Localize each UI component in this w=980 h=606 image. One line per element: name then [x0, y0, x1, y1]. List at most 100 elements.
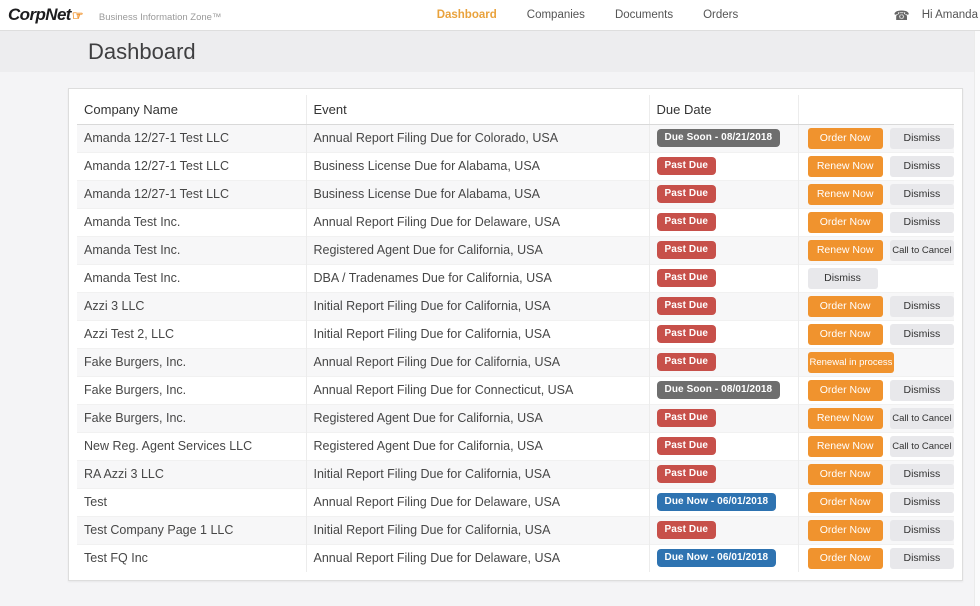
main-content: Company Name Event Due Date Amanda 12/27… — [0, 72, 980, 581]
table-row: Amanda 12/27-1 Test LLCBusiness License … — [77, 180, 954, 208]
table-row: TestAnnual Report Filing Due for Delawar… — [77, 488, 954, 516]
call-to-cancel-button[interactable]: Call to Cancel — [890, 240, 954, 261]
dismiss-button[interactable]: Dismiss — [890, 380, 954, 401]
actions-group: Renew Now Call to Cancel — [806, 436, 955, 457]
event-cell: Initial Report Filing Due for California… — [306, 460, 649, 488]
company-name-cell: Fake Burgers, Inc. — [77, 348, 306, 376]
dismiss-button[interactable]: Dismiss — [890, 520, 954, 541]
actions-cell: Order Now Dismiss — [798, 488, 954, 516]
nav-item-companies[interactable]: Companies — [527, 9, 585, 21]
nav-item-orders[interactable]: Orders — [703, 9, 738, 21]
scrollbar-track[interactable] — [974, 31, 980, 606]
past-due-badge: Past Due — [657, 269, 717, 287]
due-date-cell: Due Soon - 08/21/2018 — [649, 124, 798, 152]
order-now-button[interactable]: Order Now — [808, 380, 883, 401]
order-now-button[interactable]: Order Now — [808, 492, 883, 513]
table-row: Azzi 3 LLCInitial Report Filing Due for … — [77, 292, 954, 320]
actions-cell: Order Now Dismiss — [798, 516, 954, 544]
table-row: RA Azzi 3 LLCInitial Report Filing Due f… — [77, 460, 954, 488]
order-now-button[interactable]: Order Now — [808, 464, 883, 485]
actions-group: Order Now Dismiss — [806, 464, 955, 485]
company-name-cell: Amanda Test Inc. — [77, 208, 306, 236]
renew-now-button[interactable]: Renew Now — [808, 408, 883, 429]
table-row: New Reg. Agent Services LLCRegistered Ag… — [77, 432, 954, 460]
renew-now-button[interactable]: Renew Now — [808, 436, 883, 457]
past-due-badge: Past Due — [657, 521, 717, 539]
renewal-in-process-button[interactable]: Renewal in process — [808, 352, 894, 373]
table-row: Amanda Test Inc.Annual Report Filing Due… — [77, 208, 954, 236]
nav-item-documents[interactable]: Documents — [615, 9, 673, 21]
order-now-button[interactable]: Order Now — [808, 128, 883, 149]
due-date-cell: Past Due — [649, 180, 798, 208]
page-title: Dashboard — [88, 39, 196, 65]
table-row: Test Company Page 1 LLCInitial Report Fi… — [77, 516, 954, 544]
order-now-button[interactable]: Order Now — [808, 296, 883, 317]
call-to-cancel-button[interactable]: Call to Cancel — [890, 408, 954, 429]
actions-cell: Order Now Dismiss — [798, 460, 954, 488]
event-cell: DBA / Tradenames Due for California, USA — [306, 264, 649, 292]
event-cell: Initial Report Filing Due for California… — [306, 292, 649, 320]
actions-cell: Renew Now Call to Cancel — [798, 236, 954, 264]
table-header-row: Company Name Event Due Date — [77, 95, 954, 124]
actions-group: Order Now Dismiss — [806, 212, 955, 233]
company-name-cell: Amanda Test Inc. — [77, 236, 306, 264]
dismiss-button[interactable]: Dismiss — [890, 324, 954, 345]
dismiss-button[interactable]: Dismiss — [890, 156, 954, 177]
order-now-button[interactable]: Order Now — [808, 520, 883, 541]
nav-item-dashboard[interactable]: Dashboard — [437, 9, 497, 21]
past-due-badge: Past Due — [657, 325, 717, 343]
actions-group: Order Now Dismiss — [806, 492, 955, 513]
past-due-badge: Past Due — [657, 213, 717, 231]
due-date-cell: Past Due — [649, 152, 798, 180]
actions-group: Renew Now Dismiss — [806, 184, 955, 205]
column-header-company-name: Company Name — [77, 95, 306, 124]
call-to-cancel-button[interactable]: Call to Cancel — [890, 436, 954, 457]
dismiss-button[interactable]: Dismiss — [890, 492, 954, 513]
brand-tagline: Business Information Zone™ — [99, 12, 222, 23]
dismiss-button[interactable]: Dismiss — [890, 212, 954, 233]
actions-cell: Renew Now Call to Cancel — [798, 432, 954, 460]
due-date-cell: Past Due — [649, 460, 798, 488]
actions-group: Order Now Dismiss — [806, 548, 955, 569]
past-due-badge: Past Due — [657, 297, 717, 315]
actions-group: Dismiss — [806, 268, 955, 289]
company-name-cell: Azzi Test 2, LLC — [77, 320, 306, 348]
order-now-button[interactable]: Order Now — [808, 324, 883, 345]
table-row: Azzi Test 2, LLCInitial Report Filing Du… — [77, 320, 954, 348]
phone-icon[interactable]: ☎ — [894, 9, 910, 22]
company-name-cell: Amanda 12/27-1 Test LLC — [77, 152, 306, 180]
dismiss-button[interactable]: Dismiss — [890, 184, 954, 205]
actions-cell: Order Now Dismiss — [798, 376, 954, 404]
actions-cell: Renew Now Dismiss — [798, 180, 954, 208]
event-cell: Initial Report Filing Due for California… — [306, 320, 649, 348]
actions-group: Order Now Dismiss — [806, 128, 955, 149]
renew-now-button[interactable]: Renew Now — [808, 240, 883, 261]
due-date-cell: Past Due — [649, 320, 798, 348]
dismiss-button[interactable]: Dismiss — [890, 128, 954, 149]
user-greeting[interactable]: Hi Amanda — [922, 9, 978, 21]
actions-cell: Renew Now Call to Cancel — [798, 404, 954, 432]
actions-group: Order Now Dismiss — [806, 380, 955, 401]
dismiss-button[interactable]: Dismiss — [808, 268, 878, 289]
due-date-cell: Past Due — [649, 208, 798, 236]
due-soon-badge: Due Soon - 08/21/2018 — [657, 129, 781, 147]
company-name-cell: Fake Burgers, Inc. — [77, 404, 306, 432]
company-name-cell: Fake Burgers, Inc. — [77, 376, 306, 404]
due-date-cell: Past Due — [649, 404, 798, 432]
actions-group: Renewal in process — [806, 352, 955, 373]
renew-now-button[interactable]: Renew Now — [808, 184, 883, 205]
top-navbar: CorpNet☞ Business Information Zone™ Dash… — [0, 0, 980, 31]
order-now-button[interactable]: Order Now — [808, 548, 883, 569]
column-header-event: Event — [306, 95, 649, 124]
dismiss-button[interactable]: Dismiss — [890, 548, 954, 569]
dismiss-button[interactable]: Dismiss — [890, 296, 954, 317]
table-row: Amanda 12/27-1 Test LLCBusiness License … — [77, 152, 954, 180]
renew-now-button[interactable]: Renew Now — [808, 156, 883, 177]
dismiss-button[interactable]: Dismiss — [890, 464, 954, 485]
corpnet-logo[interactable]: CorpNet☞ — [8, 5, 83, 25]
due-date-cell: Past Due — [649, 348, 798, 376]
order-now-button[interactable]: Order Now — [808, 212, 883, 233]
dashboard-events-card: Company Name Event Due Date Amanda 12/27… — [68, 88, 963, 581]
actions-cell: Order Now Dismiss — [798, 208, 954, 236]
event-cell: Initial Report Filing Due for California… — [306, 516, 649, 544]
